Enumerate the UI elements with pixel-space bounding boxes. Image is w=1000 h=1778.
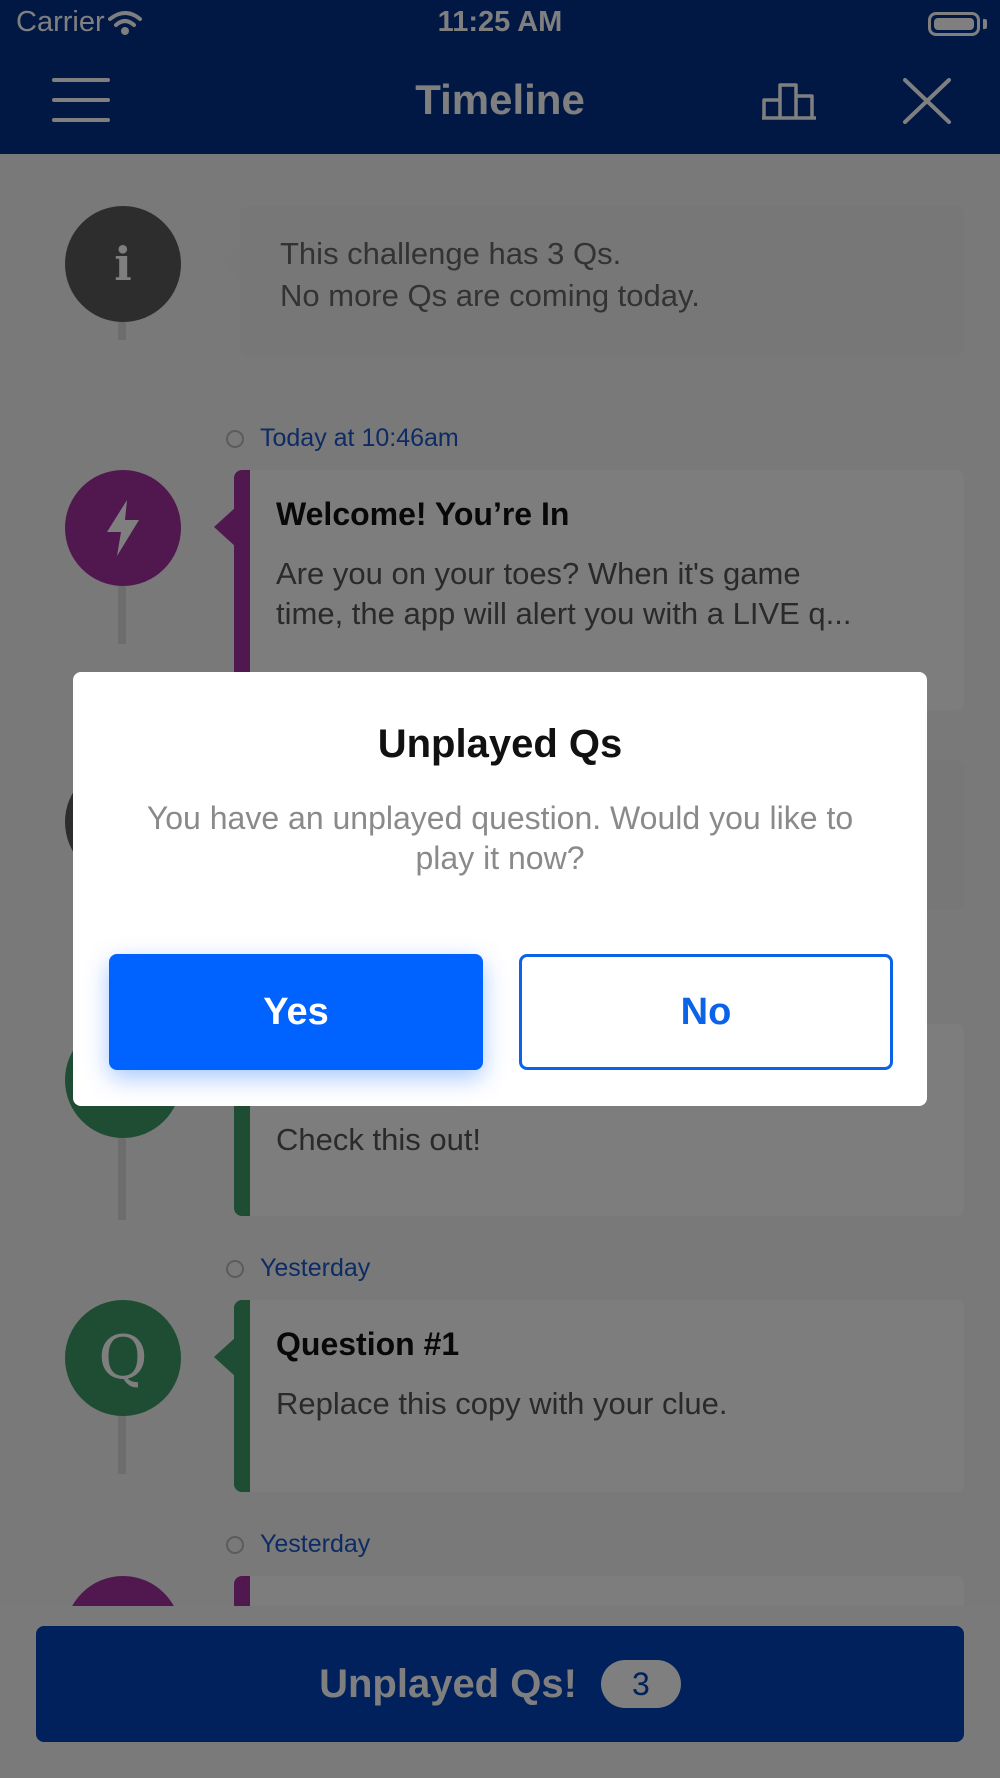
no-button[interactable]: No [519,954,893,1070]
unplayed-qs-dialog: Unplayed Qs You have an unplayed questio… [73,672,927,1106]
dialog-title: Unplayed Qs [377,722,623,766]
yes-button[interactable]: Yes [109,954,483,1070]
dialog-message: You have an unplayed question. Would you… [146,800,854,876]
